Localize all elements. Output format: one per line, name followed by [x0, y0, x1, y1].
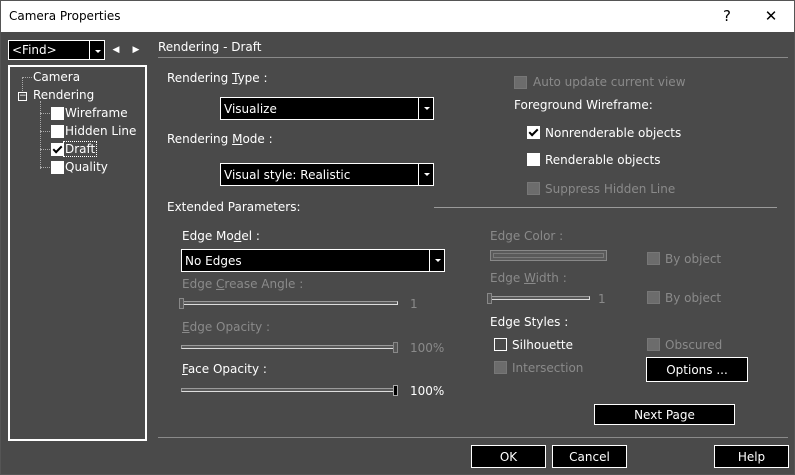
- help-title-button[interactable]: ?: [704, 1, 750, 32]
- foreground-wireframe-label: Foreground Wireframe:: [514, 98, 653, 112]
- rendering-mode-value: Visual style: Realistic: [224, 168, 351, 182]
- ok-button[interactable]: OK: [471, 445, 546, 468]
- silhouette-checkbox[interactable]: [494, 338, 507, 351]
- checkmark-icon: [528, 126, 539, 137]
- tree-checkbox-hidden-line[interactable]: [51, 125, 64, 138]
- chevron-down-icon[interactable]: [429, 250, 444, 271]
- edge-color-by-object-checkbox[interactable]: [647, 252, 660, 265]
- edge-opacity-value: 100%: [410, 341, 445, 355]
- face-opacity-label: Face Opacity :: [182, 362, 267, 376]
- rendering-mode-label: Rendering Mode :: [167, 132, 273, 146]
- panel-heading: Rendering - Draft: [158, 40, 262, 54]
- tree-connector: [22, 77, 32, 78]
- next-page-button[interactable]: Next Page: [594, 404, 735, 425]
- tree-item-hidden-line[interactable]: Hidden Line: [65, 124, 136, 138]
- edge-color-swatch[interactable]: [490, 250, 607, 261]
- edge-color-by-object-label: By object: [665, 252, 722, 266]
- edge-crease-slider-thumb[interactable]: [179, 298, 184, 309]
- edge-opacity-slider-track[interactable]: [181, 345, 398, 349]
- find-value: <Find>: [12, 43, 57, 57]
- edge-width-value: 1: [598, 292, 606, 306]
- renderable-label: Renderable objects: [545, 153, 661, 167]
- collapse-icon[interactable]: −: [18, 92, 27, 101]
- tree-item-quality[interactable]: Quality: [65, 160, 108, 174]
- edge-width-slider-thumb[interactable]: [487, 293, 492, 304]
- tree-item-draft[interactable]: Draft: [63, 141, 98, 157]
- rendering-mode-combo[interactable]: Visual style: Realistic: [220, 163, 434, 186]
- face-opacity-value: 100%: [410, 384, 445, 398]
- forward-button[interactable]: ▶: [127, 41, 145, 59]
- suppress-hidden-line-checkbox[interactable]: [527, 182, 540, 195]
- edge-crease-slider-track[interactable]: [181, 301, 398, 305]
- intersection-checkbox[interactable]: [494, 361, 507, 374]
- intersection-label: Intersection: [512, 361, 584, 375]
- tree-item-rendering[interactable]: Rendering: [33, 88, 94, 102]
- edge-color-label: Edge Color :: [490, 229, 564, 243]
- tree-checkbox-quality[interactable]: [51, 161, 64, 174]
- face-opacity-slider-thumb[interactable]: [393, 385, 398, 396]
- chevron-down-icon[interactable]: [89, 41, 104, 59]
- edge-crease-value: 1: [410, 297, 418, 311]
- tree-item-wireframe[interactable]: Wireframe: [65, 106, 128, 120]
- edge-model-value: No Edges: [185, 254, 242, 268]
- tree-checkbox-wireframe[interactable]: [51, 107, 64, 120]
- auto-update-checkbox[interactable]: [514, 76, 527, 89]
- edge-opacity-slider-thumb[interactable]: [393, 342, 398, 353]
- chevron-down-icon[interactable]: [418, 164, 433, 185]
- obscured-checkbox[interactable]: [647, 338, 660, 351]
- question-icon: ?: [723, 7, 731, 25]
- edge-width-slider-track[interactable]: [490, 296, 590, 300]
- nonrenderable-checkbox[interactable]: [527, 126, 540, 139]
- edge-styles-label: Edge Styles :: [490, 315, 569, 329]
- close-icon: ✕: [764, 7, 778, 25]
- rendering-type-value: Visualize: [224, 102, 277, 116]
- extended-parameters-label: Extended Parameters:: [167, 200, 301, 214]
- help-button[interactable]: Help: [714, 445, 789, 468]
- tree-item-camera[interactable]: Camera: [33, 70, 80, 84]
- renderable-checkbox[interactable]: [527, 153, 540, 166]
- chevron-down-icon[interactable]: [418, 98, 433, 119]
- edge-model-label: Edge Model :: [182, 229, 260, 243]
- auto-update-label: Auto update current view: [533, 75, 686, 89]
- find-combo[interactable]: <Find>: [8, 40, 105, 60]
- edge-model-combo[interactable]: No Edges: [181, 249, 445, 272]
- title-bar: Camera Properties ? ✕: [1, 1, 794, 32]
- edge-width-label: Edge Width :: [490, 271, 567, 285]
- close-button[interactable]: ✕: [748, 1, 794, 32]
- arrow-left-icon: ◀: [112, 45, 120, 55]
- back-button[interactable]: ◀: [107, 41, 125, 59]
- options-button[interactable]: Options ...: [646, 357, 748, 382]
- camera-properties-dialog: Camera Properties ? ✕ <Find> ◀ ▶ Camera …: [0, 0, 795, 475]
- heading-divider: [158, 57, 788, 58]
- rendering-type-label: Rendering Type :: [167, 71, 268, 85]
- footer-divider: [158, 437, 788, 438]
- nonrenderable-label: Nonrenderable objects: [545, 126, 682, 140]
- face-opacity-slider-track[interactable]: [181, 388, 398, 392]
- edge-opacity-label: Edge Opacity :: [182, 320, 271, 334]
- edge-crease-label: Edge Crease Angle :: [182, 277, 304, 291]
- obscured-label: Obscured: [665, 338, 723, 352]
- property-tree[interactable]: Camera − Rendering Wireframe Hidden Line…: [8, 65, 147, 441]
- rendering-type-combo[interactable]: Visualize: [220, 97, 434, 120]
- extended-divider: [434, 207, 777, 208]
- window-title: Camera Properties: [9, 9, 121, 23]
- cancel-button[interactable]: Cancel: [552, 445, 627, 468]
- silhouette-label: Silhouette: [512, 338, 574, 352]
- arrow-right-icon: ▶: [132, 45, 140, 55]
- checkmark-icon: [52, 143, 63, 154]
- tree-connector: [40, 101, 41, 169]
- suppress-hidden-line-label: Suppress Hidden Line: [545, 182, 676, 196]
- edge-width-by-object-checkbox[interactable]: [647, 291, 660, 304]
- edge-width-by-object-label: By object: [665, 291, 722, 305]
